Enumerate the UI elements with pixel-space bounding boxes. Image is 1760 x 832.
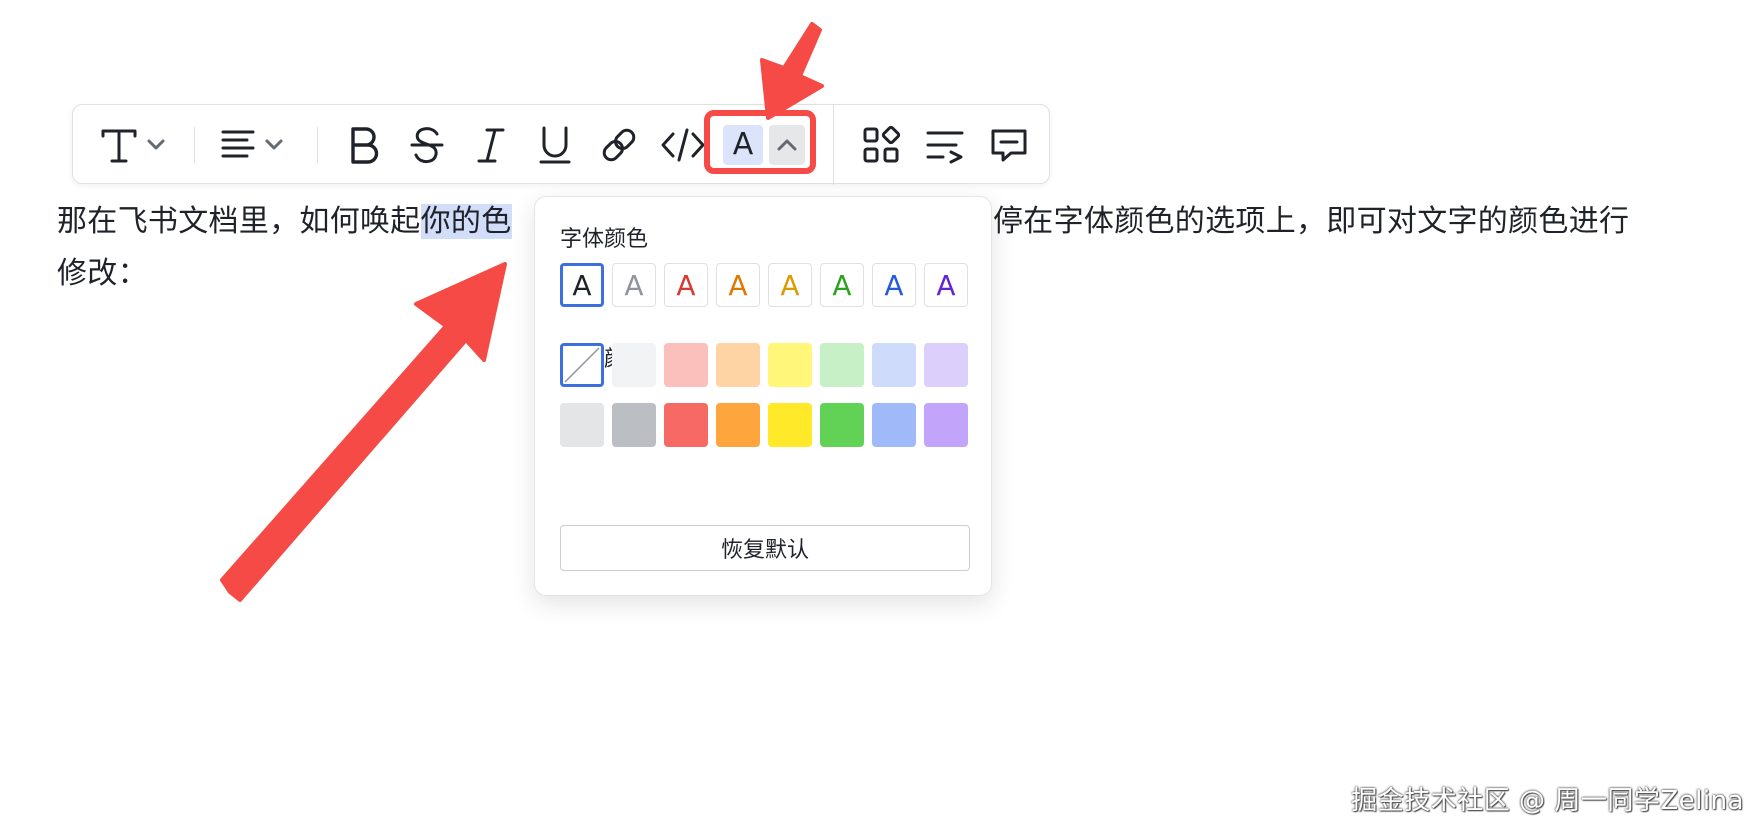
arrow-pointing-up xyxy=(220,262,507,602)
annotation-arrows xyxy=(220,22,824,602)
watermark: 掘金技术社区 @ 周一同学Zelina xyxy=(1351,786,1744,816)
arrow-pointing-down xyxy=(760,22,824,120)
